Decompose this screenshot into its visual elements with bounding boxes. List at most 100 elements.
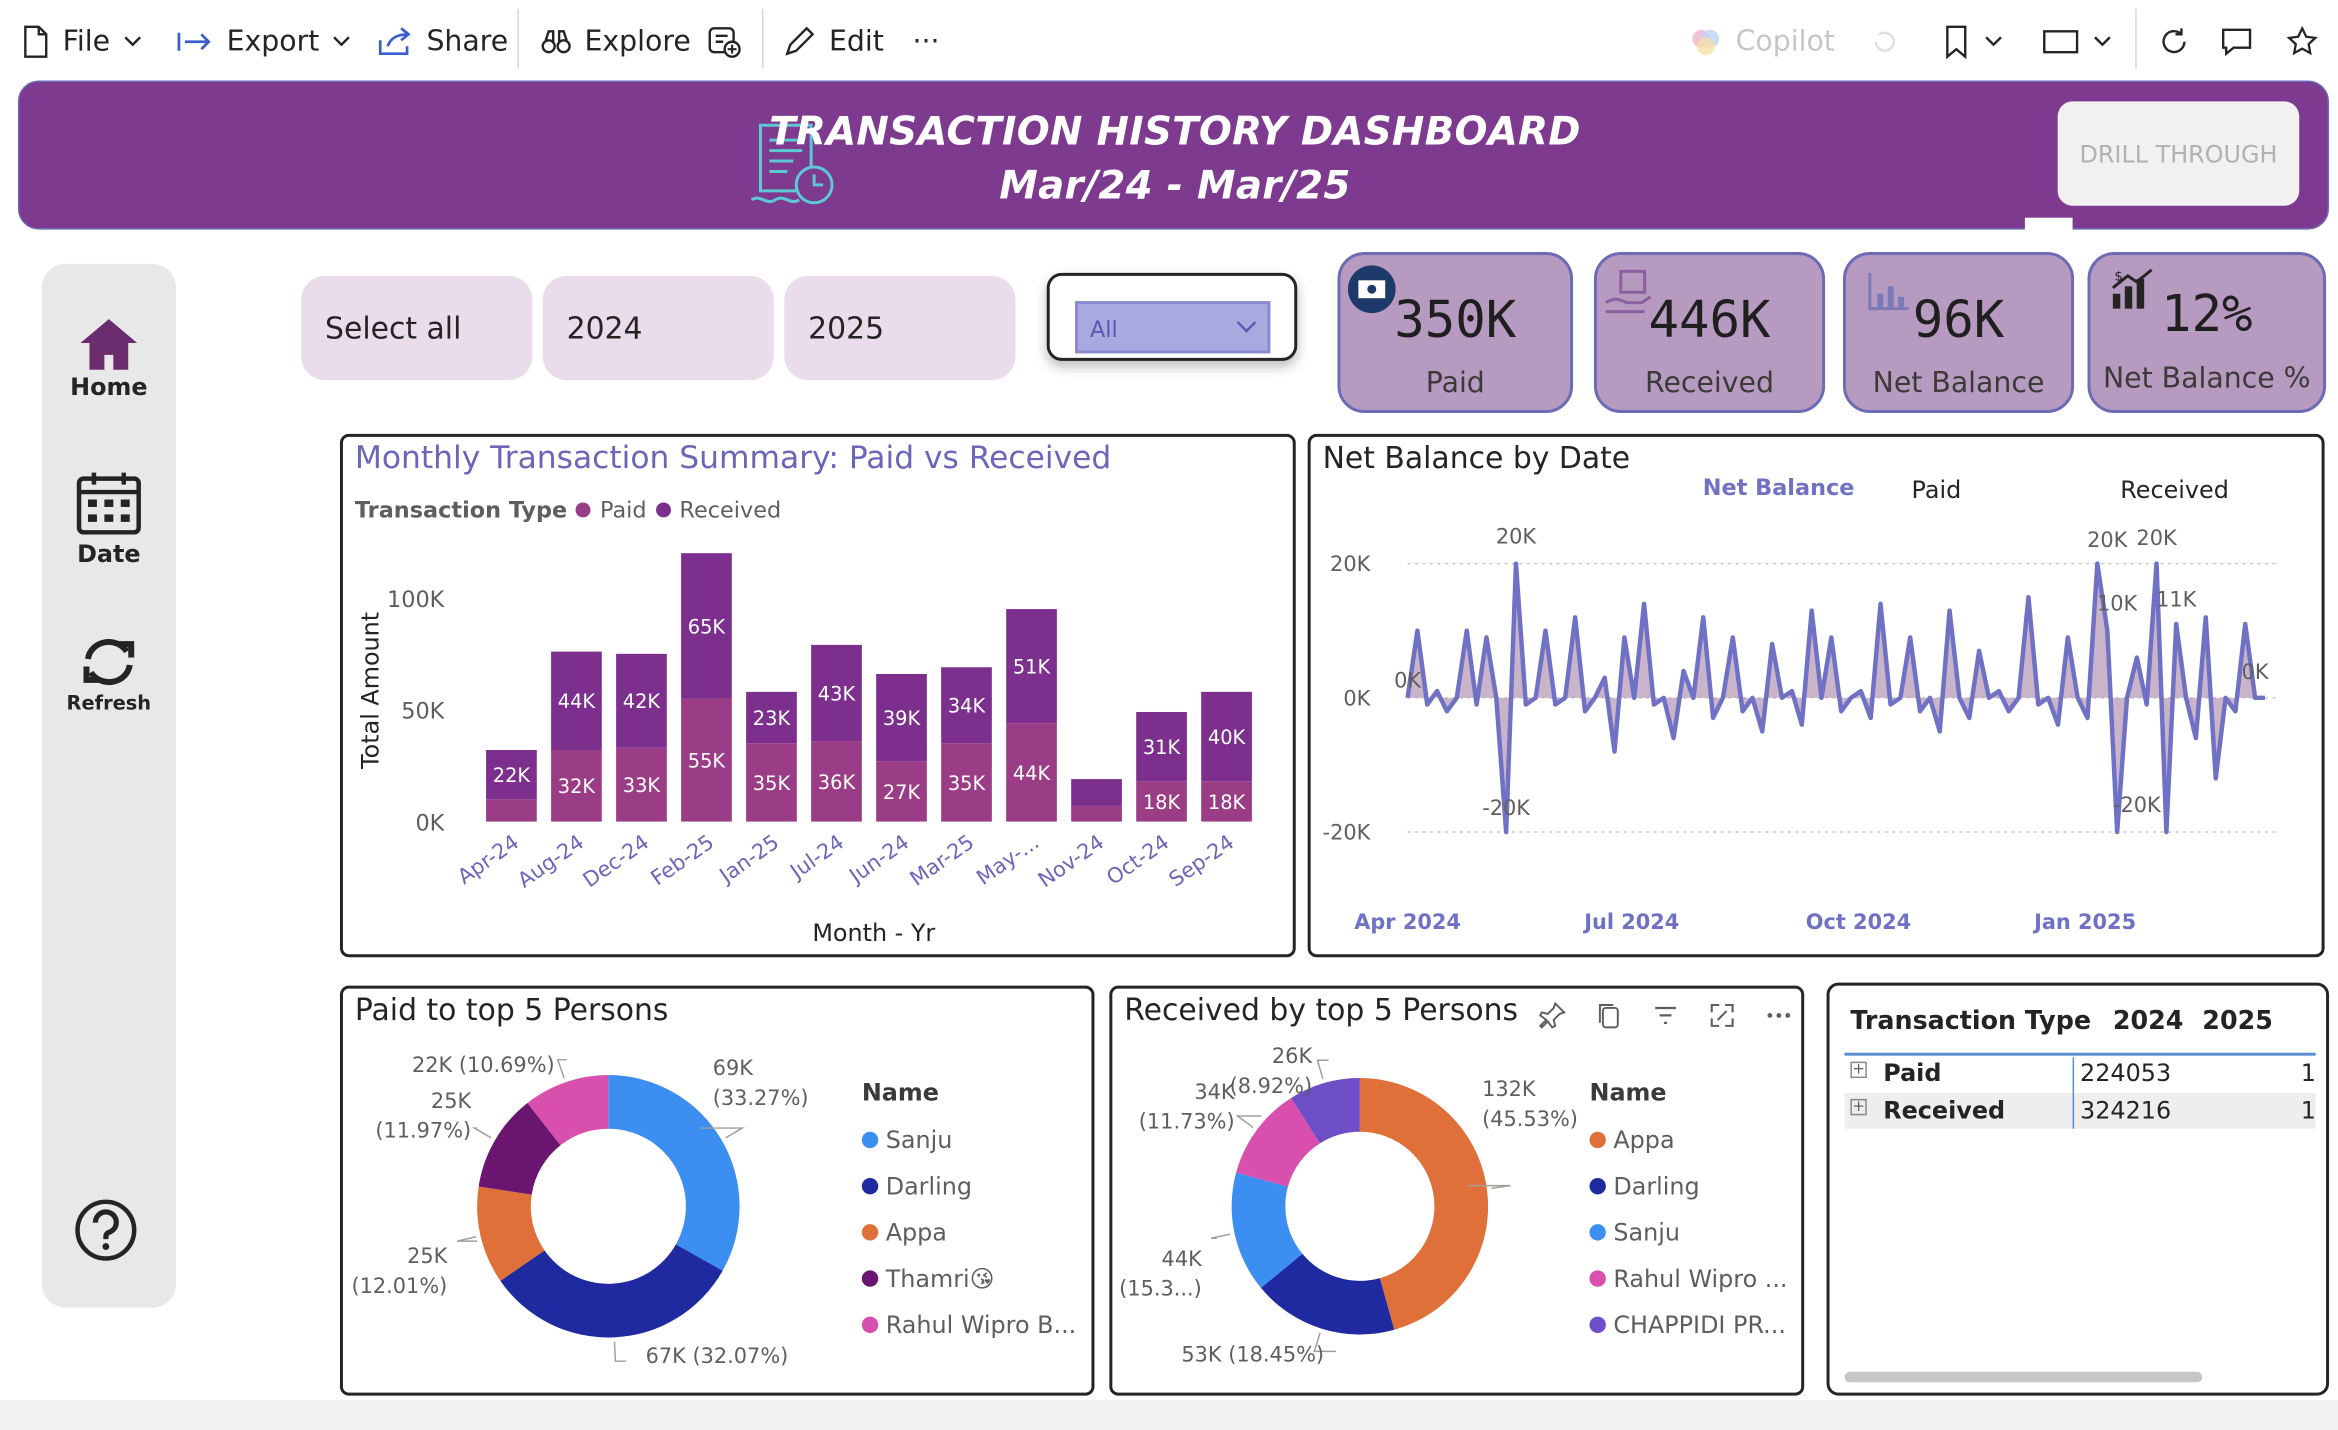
edit-button[interactable]: Edit	[781, 18, 884, 66]
kpi-net-balance-pct-label: Net Balance %	[2102, 362, 2311, 396]
export-menu[interactable]: Export	[176, 18, 352, 66]
new-visual-button[interactable]	[707, 18, 743, 66]
x-tick-label: Mar-25	[906, 830, 979, 891]
slicer-2024[interactable]: 2024	[542, 275, 774, 381]
legend-item[interactable]: Sanju	[1589, 1209, 1787, 1255]
donut-data-label: 25K	[407, 1244, 449, 1268]
comment-button[interactable]	[2219, 18, 2255, 66]
matrix-header-2025[interactable]: 2025	[2202, 1006, 2273, 1036]
received-donut-chart: 132K(45.53%)53K (18.45%)44K(15.3...)34K(…	[1119, 1044, 1578, 1366]
donut-data-label: (11.73%)	[1139, 1110, 1235, 1134]
side-navigation	[41, 263, 176, 1308]
donut-data-label: 132K	[1482, 1077, 1537, 1101]
bar-paid-label: 55K	[688, 750, 727, 773]
nav-home-button[interactable]: Home	[42, 313, 176, 417]
type-filter-card: All	[1046, 272, 1298, 361]
nav-refresh-button[interactable]: Refresh	[42, 634, 176, 723]
bookmark-menu[interactable]	[1941, 18, 2004, 66]
matrix-header-type[interactable]: Transaction Type	[1850, 1006, 2091, 1036]
refresh-button[interactable]	[2158, 18, 2191, 66]
copy-icon[interactable]	[1594, 1001, 1624, 1031]
chevron-down-icon	[333, 36, 351, 47]
binoculars-icon	[541, 30, 571, 54]
legend-item[interactable]: Thamri😘	[861, 1255, 1076, 1301]
legend-item[interactable]: CHAPPIDI PR...	[1589, 1302, 1787, 1348]
kpi-paid-value: 350K	[1394, 290, 1517, 351]
refresh-arrows-icon	[83, 638, 135, 686]
toolbar-divider	[761, 8, 764, 69]
bar-received-label: 22K	[493, 764, 532, 787]
data-label: 20K	[2136, 526, 2178, 550]
legend-item[interactable]: Appa	[861, 1209, 1076, 1255]
filter-icon[interactable]	[1651, 1001, 1681, 1031]
slicer-2025[interactable]: 2025	[784, 275, 1016, 381]
nav-date-button[interactable]: Date	[42, 470, 176, 574]
legend-label: Rahul Wipro ...	[1613, 1264, 1788, 1293]
legend-item[interactable]: Appa	[1589, 1117, 1787, 1163]
view-icon	[2043, 30, 2079, 54]
view-menu[interactable]	[2041, 18, 2113, 66]
focus-mode-icon[interactable]	[1707, 1001, 1737, 1031]
more-options-button[interactable]: ···	[913, 18, 940, 66]
legend-item[interactable]: Darling	[1589, 1163, 1787, 1209]
donut-data-label: 22K (10.69%)	[412, 1053, 555, 1077]
share-button[interactable]: Share	[376, 18, 508, 66]
bar-paid	[1071, 805, 1122, 822]
copilot-button[interactable]: Copilot	[1688, 18, 1835, 66]
y-tick-label: 50K	[401, 699, 445, 725]
kpi-received-value: 446K	[1648, 290, 1771, 351]
matrix-col-divider	[2072, 1057, 2075, 1093]
x-tick-label: Jul 2024	[1582, 910, 1679, 934]
bar-paid-label: 27K	[883, 781, 922, 804]
home-icon	[80, 319, 138, 370]
leader-line	[1211, 1233, 1231, 1240]
donut-data-label: 44K	[1162, 1247, 1204, 1271]
copilot-icon	[1692, 29, 1720, 56]
more-options-icon[interactable]	[1764, 1001, 1794, 1031]
data-label: 0K	[1394, 669, 1422, 693]
explore-button[interactable]: Explore	[540, 18, 691, 66]
legend-label: Sanju	[1613, 1218, 1680, 1247]
drill-through-button[interactable]: DRILL THROUGH	[2057, 101, 2300, 206]
banner-notch	[2024, 217, 2073, 257]
legend-item[interactable]: Rahul Wipro B...	[861, 1302, 1077, 1348]
type-filter-value: All	[1089, 316, 1118, 343]
slicer-select-all[interactable]: Select all	[301, 275, 533, 381]
kpi-paid-card: 350K Paid	[1337, 251, 1574, 414]
expand-icon[interactable]: +	[1850, 1098, 1867, 1116]
horizontal-scrollbar[interactable]	[1844, 1371, 2203, 1383]
monthly-summary-visual[interactable]: Monthly Transaction Summary: Paid vs Rec…	[339, 433, 1296, 958]
legend-item[interactable]: Darling	[861, 1163, 1076, 1209]
favorite-button[interactable]	[2284, 18, 2320, 66]
kpi-paid-label: Paid	[1425, 366, 1485, 400]
legend-item[interactable]: Sanju	[861, 1117, 1076, 1163]
paid-top5-visual[interactable]: Paid to top 5 Persons 69K (33.27%) 67K (32…	[339, 985, 1095, 1396]
type-filter-dropdown[interactable]: All	[1075, 301, 1271, 354]
matrix-cell-2024: 324216	[2080, 1095, 2172, 1125]
received-top5-visual[interactable]: Received by top 5 Persons 132K (45.53%) 53…	[1109, 985, 1805, 1396]
bar-received-label: 23K	[753, 707, 792, 730]
comment-icon	[2221, 28, 2252, 57]
y-tick-label: 100K	[387, 587, 446, 613]
legend-label: Appa	[885, 1218, 947, 1247]
expand-icon[interactable]: +	[1850, 1061, 1867, 1079]
legend-dot	[861, 1131, 879, 1149]
bar-received-label: 39K	[883, 707, 922, 730]
bar-received-label: 65K	[688, 615, 727, 638]
monthly-bar-chart: 0K 50K 100KTotal Amount Month - Yr 22K Apr-24…	[357, 553, 1252, 947]
donut-data-label: 53K (18.45%)	[1181, 1342, 1324, 1366]
legend-item[interactable]: Rahul Wipro ...	[1589, 1255, 1788, 1301]
legend-label: Rahul Wipro B...	[885, 1310, 1077, 1339]
y-axis-title: Total Amount	[357, 612, 385, 770]
file-menu[interactable]: File	[21, 18, 143, 66]
transaction-matrix-visual[interactable]: Transaction Type 2024 2025 + Paid 224053…	[1826, 982, 2330, 1396]
legend-label: Darling	[1613, 1171, 1700, 1201]
kpi-net-balance-pct-value: 12%	[2160, 284, 2253, 345]
matrix-header-2024[interactable]: 2024	[2113, 1006, 2184, 1036]
leader-line	[457, 1236, 478, 1242]
net-balance-visual[interactable]: Net Balance by Date Net Balance Paid Rec…	[1307, 433, 2325, 958]
donut-data-label: (8.92%)	[1230, 1074, 1313, 1098]
help-icon[interactable]	[73, 1197, 139, 1263]
reset-button[interactable]	[1870, 18, 1900, 66]
leader-line	[1316, 1059, 1329, 1080]
